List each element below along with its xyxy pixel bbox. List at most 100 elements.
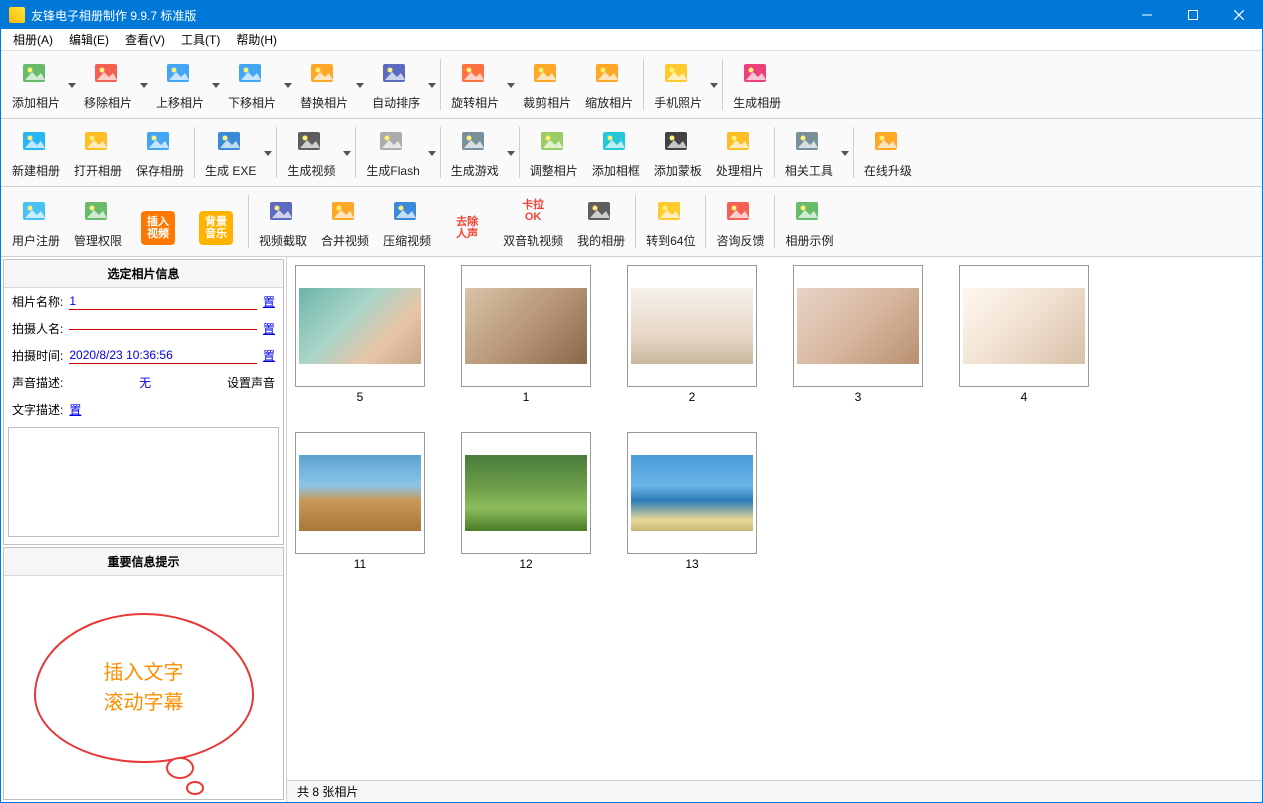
replace-photo-button[interactable]: 替换相片 [293,55,355,114]
info-val-2[interactable]: 2020/8/23 10:36:56 [69,347,257,364]
add-mask-button[interactable]: 添加蒙板 [647,123,709,182]
bg-music-button[interactable]: 背景 音乐 [187,191,245,252]
album-example-button[interactable]: 相册示例 [778,191,840,252]
sidebar: 选定相片信息 相片名称: 1 置拍摄人名: 置拍摄时间: 2020/8/23 1… [1,257,287,802]
feedback-button[interactable]: 咨询反馈 [709,191,771,252]
remove-photo-button[interactable]: 移除相片 [77,55,139,114]
thumb-item-2[interactable]: 2 [627,265,757,404]
menu-item-0[interactable]: 相册(A) [5,29,61,50]
frame-icon [600,126,632,158]
add-photo-button[interactable]: 添加相片 [5,55,67,114]
menu-item-2[interactable]: 查看(V) [117,29,173,50]
thumb-label-11: 11 [354,557,366,571]
move-up-photo-dropdown[interactable] [211,55,221,114]
new-album-button[interactable]: 新建相册 [5,123,67,182]
video-capture-label: 视频截取 [259,232,307,249]
toolbar-3: 用户注册 管理权限插入 视频背景 音乐 视频截取 合并视频 压缩视频去除 人声卡… [1,187,1262,257]
generate-flash-dropdown[interactable] [427,123,437,182]
move-down-photo-dropdown[interactable] [283,55,293,114]
thumb-item-5[interactable]: 5 [295,265,425,404]
thumb-label-3: 3 [855,390,862,404]
rotate-photo-button[interactable]: 旋转相片 [444,55,506,114]
generate-video-button[interactable]: 生成视频 [280,123,342,182]
generate-exe-button[interactable]: 生成 EXE [198,123,263,182]
info-change-2[interactable]: 置 [263,347,275,364]
thumbnails-area[interactable]: 5 1 2 3 4 11 12 13 [287,257,1262,780]
info-val-1[interactable] [69,327,257,330]
replace-photo-dropdown[interactable] [355,55,365,114]
thumb-item-3[interactable]: 3 [793,265,923,404]
merge-video-button[interactable]: 合并视频 [314,191,376,252]
info-change-0[interactable]: 置 [263,293,275,310]
manage-permission-button[interactable]: 管理权限 [67,191,129,252]
new-icon [20,126,52,158]
rotate-icon [459,58,491,90]
generate-flash-button[interactable]: 生成Flash [359,123,426,182]
auto-sort-dropdown[interactable] [427,55,437,114]
insert-video-button[interactable]: 插入 视频 [129,191,187,252]
move-up-photo-button[interactable]: 上移相片 [149,55,211,114]
thumb-frame-2 [627,265,757,387]
tip-bubble[interactable]: 插入文字 滚动字幕 [34,613,254,763]
remove-vocal-button[interactable]: 去除 人声 [438,191,496,252]
menu-item-3[interactable]: 工具(T) [173,29,228,50]
generate-exe-dropdown[interactable] [263,123,273,182]
save-album-button[interactable]: 保存相册 [129,123,191,182]
process-photo-button[interactable]: 处理相片 [709,123,771,182]
related-tools-button[interactable]: 相关工具 [778,123,840,182]
add-frame-button[interactable]: 添加相框 [585,123,647,182]
separator [705,195,706,248]
thumb-item-13[interactable]: 13 [627,432,757,571]
generate-album-button[interactable]: 生成相册 [726,55,788,114]
set-sound-link[interactable]: 设置声音 [227,374,275,391]
related-tools-dropdown[interactable] [840,123,850,182]
adjust-photo-button[interactable]: 调整相片 [523,123,585,182]
generate-game-button[interactable]: 生成游戏 [444,123,506,182]
rotate-photo-dropdown[interactable] [506,55,516,114]
thumb-item-4[interactable]: 4 [959,265,1089,404]
photo-plus-icon [20,58,52,90]
example-icon [793,196,825,228]
open-album-label: 打开相册 [74,162,122,179]
my-album-button[interactable]: 我的相册 [570,191,632,252]
to-64bit-button[interactable]: 转到64位 [639,191,702,252]
video-capture-button[interactable]: 视频截取 [252,191,314,252]
info-val-0[interactable]: 1 [69,293,257,310]
add-photo-dropdown[interactable] [67,55,77,114]
open-album-button[interactable]: 打开相册 [67,123,129,182]
thumb-item-11[interactable]: 11 [295,432,425,571]
dual-track-label: 双音轨视频 [503,232,563,249]
info-change-1[interactable]: 置 [263,320,275,337]
menu-item-4[interactable]: 帮助(H) [228,29,285,50]
user-register-button[interactable]: 用户注册 [5,191,67,252]
thumb-image-5 [299,288,421,364]
thumb-label-5: 5 [357,390,364,404]
move-down-photo-button[interactable]: 下移相片 [221,55,283,114]
text-desc-textarea[interactable] [8,427,279,537]
generate-game-dropdown[interactable] [506,123,516,182]
menu-item-1[interactable]: 编辑(E) [61,29,117,50]
maximize-button[interactable] [1170,1,1216,29]
close-button[interactable] [1216,1,1262,29]
online-upgrade-button[interactable]: 在线升级 [857,123,919,182]
tip-title: 重要信息提示 [4,548,283,576]
dual-track-button[interactable]: 卡拉 OK双音轨视频 [496,191,570,252]
info-row-2: 拍摄时间: 2020/8/23 10:36:56 置 [4,342,283,369]
thumb-item-12[interactable]: 12 [461,432,591,571]
generate-video-dropdown[interactable] [342,123,352,182]
remove-photo-dropdown[interactable] [139,55,149,114]
phone-photo-button[interactable]: 手机照片 [647,55,709,114]
thumb-item-1[interactable]: 1 [461,265,591,404]
thumb-frame-5 [295,265,425,387]
separator [194,127,195,178]
text-desc-change[interactable]: 置 [69,401,81,418]
process-icon [724,126,756,158]
scale-photo-button[interactable]: 缩放相片 [578,55,640,114]
crop-photo-button[interactable]: 裁剪相片 [516,55,578,114]
phone-photo-dropdown[interactable] [709,55,719,114]
minimize-button[interactable] [1124,1,1170,29]
process-photo-label: 处理相片 [716,162,764,179]
toolbar-2: 新建相册 打开相册 保存相册 生成 EXE 生成视频 生成Flash 生成游戏 … [1,119,1262,187]
compress-video-button[interactable]: 压缩视频 [376,191,438,252]
auto-sort-button[interactable]: 自动排序 [365,55,427,114]
